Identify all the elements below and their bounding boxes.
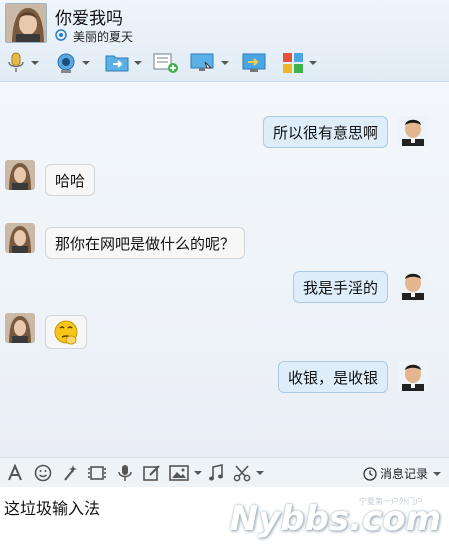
message-bubble[interactable]: [45, 315, 87, 349]
remote-assist-icon: [242, 53, 266, 72]
screen-share-button[interactable]: [190, 50, 229, 76]
music-button[interactable]: [207, 463, 225, 483]
magic-effects-button[interactable]: [61, 463, 79, 483]
create-note-button[interactable]: [153, 50, 179, 76]
contact-message-avatar[interactable]: [5, 160, 35, 190]
video-call-button[interactable]: [55, 50, 90, 76]
screenshot-icon: [88, 466, 106, 480]
input-toolbar: 消息记录: [0, 457, 449, 487]
add-note-icon: [153, 53, 178, 73]
emoji-icon: [34, 464, 52, 482]
message-history-button[interactable]: 消息记录: [363, 465, 441, 482]
handwriting-icon: [143, 465, 160, 481]
voice-icon: [118, 465, 132, 481]
message-bubble[interactable]: 所以很有意思啊: [262, 116, 388, 148]
message-list[interactable]: 所以很有意思啊 哈哈 那你在网吧是做什么的呢？ 我是手淫的 收银，是收银: [0, 82, 449, 457]
contact-name: 你爱我吗: [55, 9, 123, 29]
music-icon: [209, 464, 223, 481]
screen-share-icon: [190, 53, 214, 71]
chat-header: 你爱我吗 美丽的夏天: [0, 0, 449, 82]
voice-message-button[interactable]: [117, 463, 133, 483]
my-avatar[interactable]: [398, 361, 428, 391]
apps-button[interactable]: [282, 50, 317, 76]
font-button[interactable]: [6, 463, 24, 483]
thinking-face-icon: [54, 320, 78, 345]
send-file-button[interactable]: [105, 50, 142, 76]
contact-message-avatar[interactable]: [5, 313, 35, 343]
my-avatar[interactable]: [398, 270, 428, 300]
contact-signature: 美丽的夏天: [73, 30, 134, 44]
message-input-value: 这垃圾输入法: [4, 499, 101, 518]
font-icon: [8, 464, 22, 481]
message-bubble[interactable]: 哈哈: [45, 164, 96, 196]
message-bubble[interactable]: 那你在网吧是做什么的呢？: [45, 227, 246, 259]
signature-icon: [55, 29, 67, 41]
my-avatar[interactable]: [398, 116, 428, 146]
magic-wand-icon: [64, 465, 77, 481]
message-bubble[interactable]: 我是手淫的: [292, 271, 388, 303]
scissors-icon: [233, 465, 251, 482]
video-camera-icon: [57, 53, 75, 73]
emoji-button[interactable]: [34, 463, 52, 483]
main-toolbar: [0, 50, 449, 76]
remote-assist-button[interactable]: [242, 50, 266, 76]
message-bubble[interactable]: 收银，是收银: [277, 361, 388, 393]
apps-grid-icon: [283, 53, 303, 73]
clock-icon: [363, 466, 377, 481]
image-icon: [169, 465, 189, 481]
site-watermark: Nybbs.com: [229, 499, 441, 539]
contact-avatar[interactable]: [5, 3, 47, 43]
handwriting-button[interactable]: [143, 463, 161, 483]
microphone-icon: [8, 52, 24, 72]
send-file-icon: [105, 55, 129, 72]
send-image-button[interactable]: [169, 463, 202, 483]
screen-capture-button[interactable]: [233, 463, 264, 483]
message-history-label: 消息记录: [379, 467, 428, 481]
contact-message-avatar[interactable]: [5, 223, 35, 253]
voice-call-button[interactable]: [6, 50, 39, 76]
screenshot-button[interactable]: [87, 463, 107, 483]
